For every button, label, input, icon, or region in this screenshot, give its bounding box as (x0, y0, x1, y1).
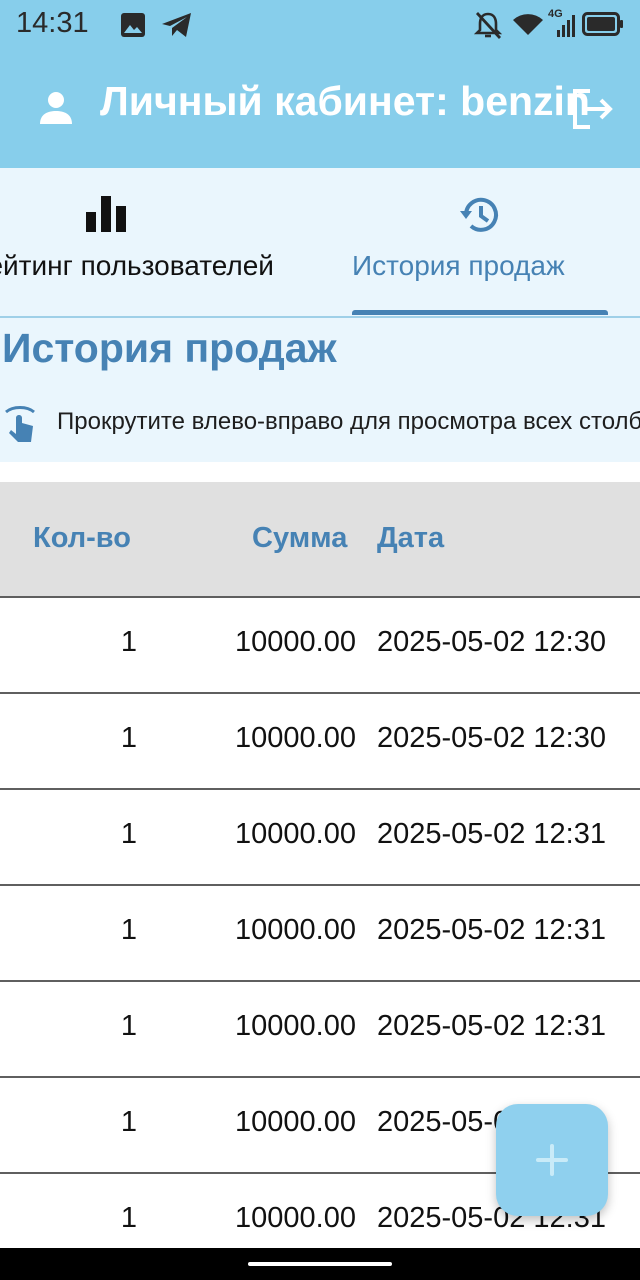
sum-cell: 10000.00 (235, 1106, 356, 1138)
table-row: 1 10000.00 2025-05-02 12:31 (0, 886, 640, 982)
system-nav-bar (0, 1248, 640, 1280)
swipe-icon (5, 406, 35, 442)
scroll-hint: Прокрутите влево-вправо для просмотра вс… (57, 408, 640, 435)
section-header: История продаж Прокрутите влево-вправо д… (0, 318, 640, 462)
sum-cell: 10000.00 (235, 914, 356, 946)
battery-icon (582, 12, 623, 36)
date-cell: 2025-05-02 12:30 (377, 626, 606, 658)
qty-cell: 1 (120, 818, 137, 850)
wifi-icon (513, 14, 543, 36)
sum-cell: 10000.00 (235, 1202, 356, 1234)
qty-cell: 1 (120, 1106, 137, 1138)
date-cell: 2025-05-02 12:31 (377, 914, 606, 946)
person-icon (40, 92, 72, 124)
tab-bar: Рейтинг пользователей История продаж (0, 168, 640, 318)
column-header-sum: Сумма (252, 522, 348, 554)
table-row: 1 10000.00 2025-05-02 12:30 (0, 598, 640, 694)
tab-sales-history[interactable]: История продаж (330, 168, 630, 316)
sum-cell: 10000.00 (235, 1010, 356, 1042)
add-button[interactable] (496, 1104, 608, 1216)
date-cell: 2025-05-02 12:30 (377, 722, 606, 754)
qty-cell: 1 (120, 626, 137, 658)
table-row: 1 10000.00 2025-05-02 12:30 (0, 694, 640, 790)
qty-cell: 1 (120, 914, 137, 946)
gallery-icon (121, 13, 145, 37)
date-cell: 2025-05-02 12:31 (377, 818, 606, 850)
tab-sales-history-label: История продаж (352, 250, 565, 281)
logout-icon[interactable] (570, 88, 614, 130)
app-bar: Личный кабинет: benzin (0, 50, 640, 168)
plus-icon (536, 1144, 568, 1176)
home-gesture-handle[interactable] (248, 1262, 392, 1266)
date-cell: 2025-05-02 12:31 (377, 1010, 606, 1042)
telegram-icon (162, 13, 191, 37)
tab-indicator (352, 310, 608, 315)
status-time: 14:31 (16, 7, 89, 39)
qty-cell: 1 (120, 1202, 137, 1234)
page-title: История продаж (2, 325, 337, 371)
history-icon (460, 197, 498, 232)
status-bar: 14:31 4G (0, 0, 640, 50)
sum-cell: 10000.00 (235, 626, 356, 658)
table-header: Кол-во Сумма Дата (0, 482, 640, 598)
bar-chart-icon (86, 196, 126, 232)
column-header-qty: Кол-во (33, 522, 131, 554)
app-bar-title: Личный кабинет: benzin (100, 78, 590, 124)
table-row: 1 10000.00 2025-05-02 12:31 (0, 790, 640, 886)
table-row: 1 10000.00 2025-05-02 12:31 (0, 982, 640, 1078)
column-header-date: Дата (377, 522, 445, 554)
tab-user-rating-label: Рейтинг пользователей (0, 250, 274, 281)
sum-cell: 10000.00 (235, 818, 356, 850)
alarm-off-icon (474, 12, 502, 39)
sum-cell: 10000.00 (235, 722, 356, 754)
signal-4g-icon (557, 15, 575, 37)
tab-user-rating[interactable]: Рейтинг пользователей (0, 168, 330, 316)
qty-cell: 1 (120, 1010, 137, 1042)
qty-cell: 1 (120, 722, 137, 754)
